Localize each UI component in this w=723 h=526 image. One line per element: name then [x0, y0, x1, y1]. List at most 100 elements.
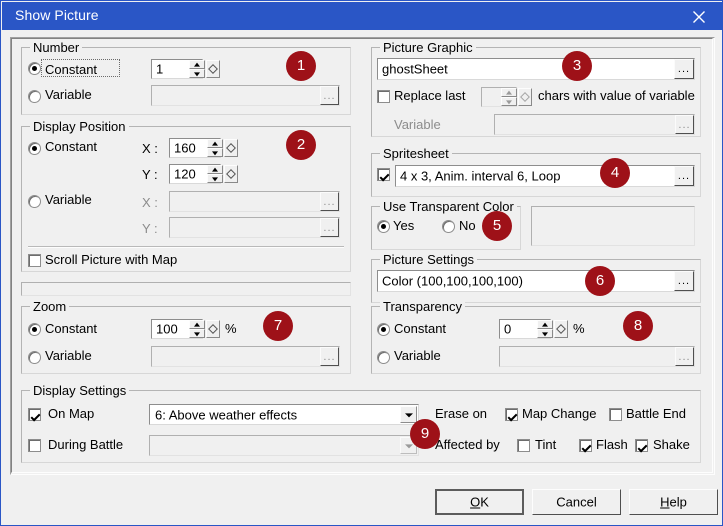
badge-3: 3 [562, 51, 592, 81]
number-constant-label: Constant [45, 62, 98, 77]
window-title: Show Picture [15, 7, 99, 23]
transparent-yes-radio[interactable] [377, 220, 390, 233]
transparent-no-radio[interactable] [442, 220, 455, 233]
picture-graphic-variable-browse-button[interactable]: ... [675, 115, 694, 134]
transparency-variable-browse-label: ... [678, 350, 691, 363]
spritesheet-checkbox[interactable] [377, 168, 390, 181]
number-constant-radio[interactable] [28, 62, 41, 75]
help-button[interactable]: Help [629, 489, 718, 515]
erase-map-change-checkbox[interactable] [505, 408, 518, 421]
position-separator [28, 246, 344, 248]
position-var-y-browse-label: ... [323, 221, 336, 234]
ok-button[interactable]: OK [435, 489, 524, 515]
transparent-no-label: No [459, 218, 476, 233]
affected-tint-checkbox[interactable] [517, 439, 530, 452]
zoom-constant-variable-toggle[interactable] [206, 320, 220, 338]
picture-graphic-browse-button[interactable]: ... [674, 59, 694, 79]
spritesheet-input[interactable]: 4 x 3, Anim. interval 6, Loop [395, 165, 695, 187]
number-variable-radio[interactable] [28, 90, 41, 103]
replace-count-spinner[interactable] [501, 88, 517, 106]
ok-accel: O [470, 494, 481, 510]
badge-5: 5 [482, 211, 512, 241]
badge-2: 2 [286, 130, 316, 160]
transparency-variable-input[interactable] [499, 346, 695, 367]
transparent-yes-label: Yes [393, 218, 415, 233]
transparency-variable-radio[interactable] [377, 351, 390, 364]
affected-shake-label: Shake [653, 437, 690, 452]
replace-suffix-label: chars with value of variable [538, 88, 695, 103]
position-var-y-browse-button[interactable]: ... [320, 218, 339, 237]
zoom-variable-browse-label: ... [323, 350, 336, 363]
during-battle-layer-select[interactable] [149, 435, 419, 456]
transparent-color-preview-panel [531, 206, 695, 246]
picture-graphic-browse-label: ... [677, 63, 691, 75]
zoom-constant-spinner[interactable] [189, 320, 205, 338]
number-variable-label: Variable [45, 87, 92, 102]
ok-button-label: OK [437, 495, 522, 510]
picture-settings-value: Color (100,100,100,100) [382, 273, 523, 289]
badge-9: 9 [410, 419, 440, 449]
on-map-label: On Map [48, 406, 95, 421]
zoom-variable-radio[interactable] [28, 351, 41, 364]
transparency-constant-radio[interactable] [377, 323, 390, 336]
badge-7: 7 [263, 311, 293, 341]
replace-last-checkbox[interactable] [377, 90, 390, 103]
position-constant-radio[interactable] [28, 142, 41, 155]
help-accel: H [660, 494, 670, 510]
ok-rest: K [480, 494, 489, 510]
zoom-variable-input[interactable] [151, 346, 340, 367]
transparency-variable-browse-button[interactable]: ... [675, 347, 694, 366]
position-x-variable-toggle[interactable] [224, 139, 238, 157]
on-map-checkbox[interactable] [28, 408, 41, 421]
affected-flash-label: Flash [596, 437, 628, 452]
position-y-variable-toggle[interactable] [224, 165, 238, 183]
during-battle-checkbox[interactable] [28, 439, 41, 452]
number-constant-spinner[interactable] [189, 60, 205, 78]
erase-map-change-label: Map Change [522, 406, 597, 421]
cancel-button-label: Cancel [556, 494, 597, 510]
replace-last-label: Replace last [394, 88, 466, 103]
cancel-button[interactable]: Cancel [532, 489, 621, 515]
picture-graphic-variable-input[interactable] [494, 114, 695, 135]
number-constant-value: 1 [156, 61, 164, 77]
transparency-constant-spinner[interactable] [537, 320, 553, 338]
position-var-x-browse-button[interactable]: ... [320, 192, 339, 211]
titlebar: Show Picture [2, 2, 722, 30]
position-var-x-input[interactable] [169, 191, 340, 212]
zoom-constant-radio[interactable] [28, 323, 41, 336]
zoom-constant-label: Constant [45, 321, 98, 336]
position-var-y-label: Y : [142, 221, 158, 236]
affected-flash-checkbox[interactable] [579, 439, 592, 452]
spritesheet-browse-button[interactable]: ... [674, 166, 694, 186]
picture-graphic-variable-label: Variable [394, 117, 441, 132]
zoom-constant-value: 100 [156, 321, 178, 337]
position-y-value: 120 [174, 166, 196, 182]
picture-settings-browse-button[interactable]: ... [674, 271, 694, 291]
number-constant-variable-toggle[interactable] [206, 60, 220, 78]
number-variable-browse-button[interactable]: ... [320, 86, 339, 105]
position-var-y-input[interactable] [169, 217, 340, 238]
position-variable-radio[interactable] [28, 195, 41, 208]
picture-settings-input[interactable]: Color (100,100,100,100) [377, 270, 695, 292]
position-x-spinner[interactable] [207, 139, 223, 157]
transparency-constant-variable-toggle[interactable] [554, 320, 568, 338]
display-settings-legend: Display Settings [30, 383, 130, 398]
erase-battle-end-checkbox[interactable] [609, 408, 622, 421]
replace-count-variable-toggle[interactable] [518, 88, 532, 106]
position-var-x-label: X : [142, 195, 158, 210]
number-variable-input[interactable] [151, 85, 340, 106]
picture-graphic-variable-browse-label: ... [678, 118, 691, 131]
transparency-variable-label: Variable [394, 348, 441, 363]
zoom-group-legend: Zoom [30, 299, 70, 314]
position-variable-label: Variable [45, 192, 92, 207]
position-y-label: Y : [142, 167, 158, 182]
chevron-down-icon [400, 406, 417, 423]
picture-graphic-input[interactable]: ghostSheet [377, 58, 695, 80]
badge-6: 6 [585, 266, 615, 296]
on-map-layer-select[interactable]: 6: Above weather effects [149, 404, 419, 425]
close-icon[interactable] [677, 2, 721, 30]
position-y-spinner[interactable] [207, 165, 223, 183]
zoom-variable-browse-button[interactable]: ... [320, 347, 339, 366]
scroll-picture-checkbox[interactable] [28, 254, 41, 267]
affected-shake-checkbox[interactable] [635, 439, 648, 452]
